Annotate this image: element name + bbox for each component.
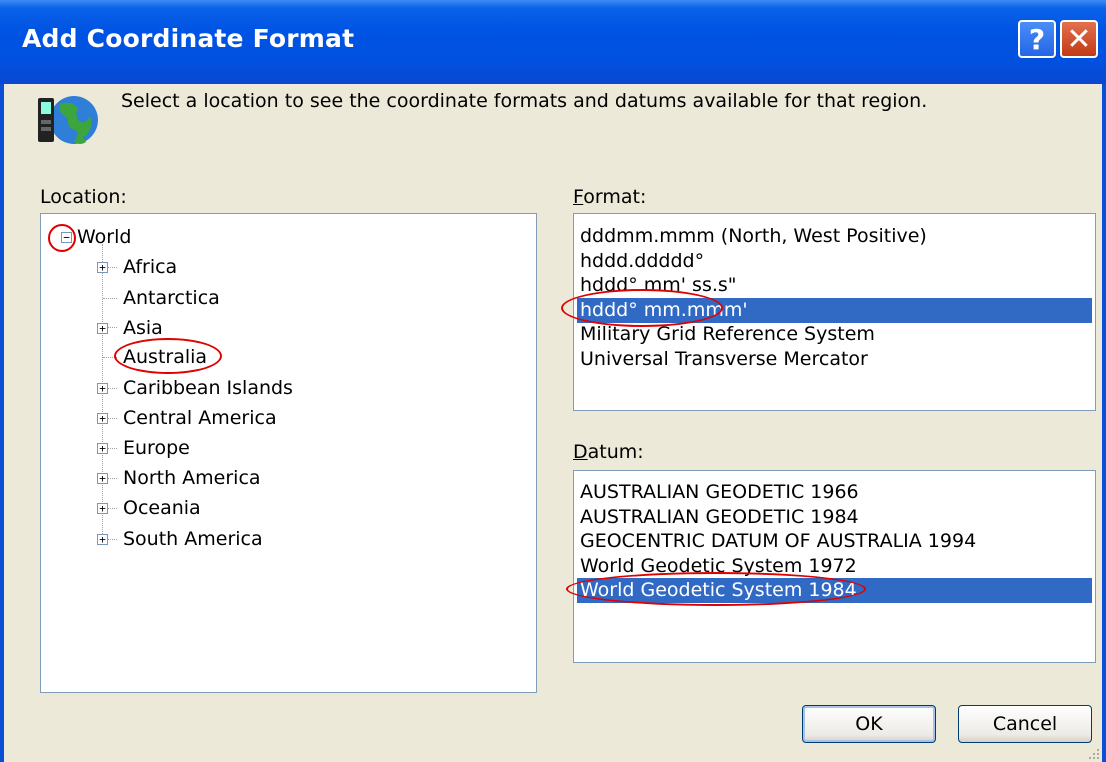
format-option[interactable]: hddd° mm' ss.s": [577, 273, 1092, 298]
datum-option-selected[interactable]: World Geodetic System 1984: [577, 578, 1092, 603]
expand-icon[interactable]: +: [97, 383, 108, 394]
tree-node-label: World: [77, 226, 132, 248]
tree-node-label: Caribbean Islands: [123, 377, 293, 399]
close-button[interactable]: ✕: [1060, 20, 1098, 58]
datum-option[interactable]: World Geodetic System 1972: [577, 554, 1092, 579]
location-label: Location:: [40, 186, 127, 208]
expand-icon[interactable]: +: [97, 473, 108, 484]
datum-listbox[interactable]: AUSTRALIAN GEODETIC 1966 AUSTRALIAN GEOD…: [573, 470, 1096, 663]
globe-gps-icon: [38, 96, 98, 144]
expand-icon[interactable]: +: [97, 534, 108, 545]
expand-icon[interactable]: +: [97, 262, 108, 273]
help-icon: ?: [1028, 22, 1046, 56]
location-tree[interactable]: − World + Africa Antarctica + Asia Austr…: [40, 213, 537, 693]
format-option[interactable]: Universal Transverse Mercator: [577, 347, 1092, 372]
tree-node-label: Europe: [123, 437, 190, 459]
collapse-icon[interactable]: −: [61, 232, 72, 243]
format-label: Format:: [573, 186, 647, 208]
format-listbox[interactable]: dddmm.mmm (North, West Positive) hddd.dd…: [573, 213, 1096, 411]
title-bar[interactable]: Add Coordinate Format ? ✕: [0, 0, 1106, 84]
format-option[interactable]: dddmm.mmm (North, West Positive): [577, 224, 1092, 249]
tree-node-label: Asia: [123, 317, 163, 339]
expand-icon[interactable]: +: [97, 413, 108, 424]
instruction-text: Select a location to see the coordinate …: [121, 90, 928, 112]
tree-node-label: Central America: [123, 407, 277, 429]
datum-option[interactable]: AUSTRALIAN GEODETIC 1984: [577, 505, 1092, 530]
format-option[interactable]: Military Grid Reference System: [577, 322, 1092, 347]
expand-icon[interactable]: +: [97, 503, 108, 514]
resize-grip-icon[interactable]: [1086, 746, 1100, 760]
tree-node-label: Antarctica: [123, 287, 220, 309]
cancel-button[interactable]: Cancel: [958, 705, 1092, 743]
tree-node-label: Africa: [123, 256, 178, 278]
expand-icon[interactable]: +: [97, 443, 108, 454]
format-option-selected[interactable]: hddd° mm.mmm': [577, 298, 1092, 323]
ok-button[interactable]: OK: [802, 705, 936, 743]
expand-icon[interactable]: +: [97, 323, 108, 334]
datum-label: Datum:: [573, 441, 644, 463]
datum-option[interactable]: GEOCENTRIC DATUM OF AUSTRALIA 1994: [577, 529, 1092, 554]
format-option[interactable]: hddd.ddddd°: [577, 249, 1092, 274]
window-title: Add Coordinate Format: [22, 24, 355, 53]
tree-node-label: South America: [123, 528, 263, 550]
datum-option[interactable]: AUSTRALIAN GEODETIC 1966: [577, 480, 1092, 505]
dialog-window: Add Coordinate Format ? ✕ Select a locat…: [0, 0, 1106, 762]
tree-node-label: Australia: [123, 346, 208, 368]
help-button[interactable]: ?: [1018, 20, 1056, 58]
close-icon: ✕: [1066, 21, 1092, 57]
tree-node-label: Oceania: [123, 497, 201, 519]
tree-node-label: North America: [123, 467, 261, 489]
